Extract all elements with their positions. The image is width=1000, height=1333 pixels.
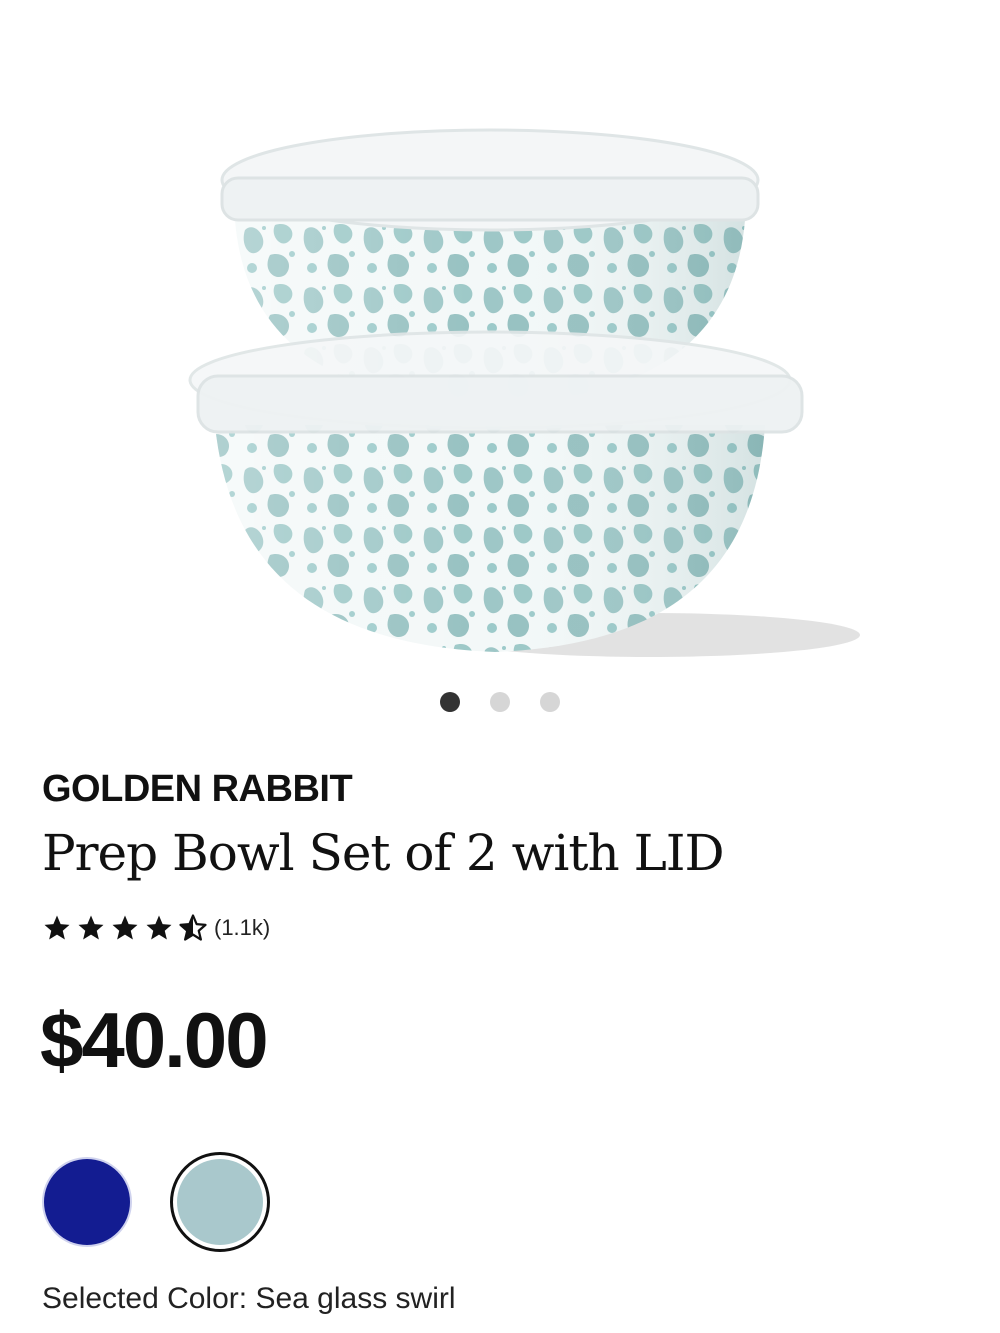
star-icon <box>112 915 138 940</box>
product-price: $40.00 <box>40 996 269 1084</box>
rating-summary[interactable]: (1.1k) <box>42 908 270 948</box>
gallery-dot-3[interactable] <box>540 692 560 712</box>
star-rating <box>42 913 208 943</box>
half-star-icon <box>179 914 207 941</box>
brand-name[interactable]: GOLDEN RABBIT <box>42 768 353 811</box>
review-count[interactable]: (1.1k) <box>214 915 270 941</box>
star-icon <box>44 915 70 940</box>
swatch-sea-glass-swirl[interactable] <box>170 1152 270 1252</box>
gallery-pagination <box>0 692 1000 712</box>
swatch-sea-glass-swirl-fill <box>177 1159 263 1245</box>
product-image[interactable] <box>180 100 880 680</box>
selected-color-label: Selected Color: Sea glass swirl <box>42 1282 456 1315</box>
swatch-cobalt-blue[interactable] <box>44 1159 130 1245</box>
gallery-dot-1[interactable] <box>440 692 460 712</box>
star-icon <box>78 915 104 940</box>
product-title: Prep Bowl Set of 2 with LID <box>42 824 725 882</box>
gallery-dot-2[interactable] <box>490 692 510 712</box>
star-icon <box>146 915 172 940</box>
color-swatches <box>44 1152 270 1252</box>
product-gallery[interactable] <box>0 0 1000 740</box>
